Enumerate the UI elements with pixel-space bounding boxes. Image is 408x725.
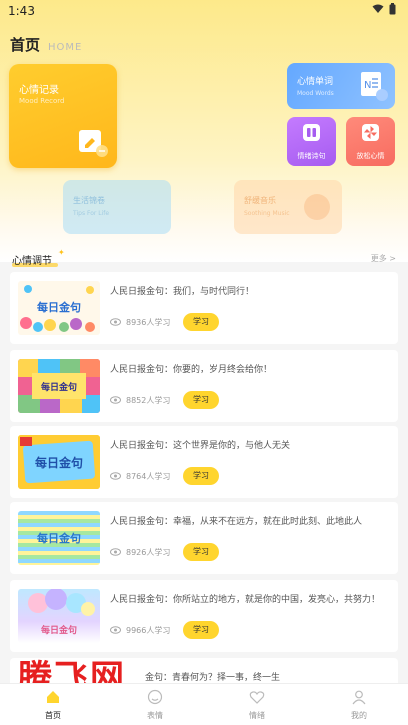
- learn-count: 8764人学习: [126, 472, 171, 481]
- learn-count: 9966人学习: [126, 626, 171, 635]
- nav-label: 我的: [351, 711, 367, 720]
- item-title: 人民日报金句：幸福，从来不在远方，就在此时此刻、此地此人: [110, 517, 363, 527]
- item-title: 人民日报金句：我们，与时代同行！: [110, 287, 255, 297]
- mood-record-card[interactable]: 心情记录 Mood Record: [9, 64, 117, 168]
- heart-icon: [249, 691, 265, 704]
- battery-icon: [389, 3, 396, 15]
- nav-label: 表情: [147, 711, 163, 720]
- item-title: 人民日报金句：这个世界是你的，与他人无关: [110, 441, 291, 451]
- learn-button[interactable]: 学习: [183, 621, 219, 639]
- thumbnail-text: 每日金句: [40, 626, 77, 636]
- thumbnail-text: 每日金句: [37, 301, 81, 314]
- mood-poem-title: 情绪诗句: [297, 152, 326, 160]
- nav-profile[interactable]: 我的: [334, 689, 384, 721]
- mood-record-subtitle: Mood Record: [19, 97, 65, 105]
- learn-button[interactable]: 学习: [183, 467, 219, 485]
- list-item[interactable]: 每日金句 人民日报金句：幸福，从来不在远方，就在此时此刻、此地此人 8926人学…: [10, 502, 398, 574]
- eye-icon: [110, 472, 121, 480]
- learn-button[interactable]: 学习: [183, 391, 219, 409]
- item-title: 人民日报金句：你要的，岁月终会给你！: [110, 365, 273, 375]
- thumbnail-text: 每日金句: [34, 456, 83, 470]
- mood-words-subtitle: Mood Words: [297, 90, 334, 97]
- book-icon: [303, 124, 320, 141]
- thumbnail: 每日金句: [18, 359, 100, 413]
- thumbnail: 每日金句: [18, 511, 100, 565]
- status-time: 1:43: [8, 4, 35, 18]
- life-tips-card[interactable]: 生活锦卷 Tips For Life: [63, 180, 171, 234]
- status-bar: 1:43: [0, 0, 408, 22]
- item-title: 金句：青春何为？择一事，终一生: [145, 673, 281, 683]
- relax-card[interactable]: 放松心情: [346, 117, 395, 166]
- svg-text:N: N: [364, 80, 371, 91]
- list-item[interactable]: 每日金句 人民日报金句：你所站立的地方，就是你的中国，发亮心，共努力！ 9966…: [10, 580, 398, 652]
- nav-home[interactable]: 首页: [28, 689, 78, 721]
- section-header: 心情调节 ✦ 更多 >: [12, 248, 398, 268]
- item-title: 人民日报金句：你所站立的地方，就是你的中国，发亮心，共努力！: [110, 595, 381, 605]
- list-item[interactable]: 每日金句 人民日报金句：你要的，岁月终会给你！ 8852人学习 学习: [10, 350, 398, 422]
- word-book-icon: N: [361, 72, 388, 101]
- soothing-music-title: 舒缓音乐: [244, 196, 276, 205]
- thumbnail: 每日金句: [18, 435, 100, 489]
- nav-label: 首页: [45, 711, 61, 720]
- thumbnail-text: 每日金句: [37, 532, 81, 545]
- nav-emoji[interactable]: 表情: [130, 689, 180, 721]
- life-tips-subtitle: Tips For Life: [73, 210, 110, 217]
- thumbnail: 每日金句: [18, 589, 100, 643]
- section-title: 心情调节: [12, 256, 52, 267]
- mood-record-title: 心情记录: [19, 85, 59, 96]
- pinwheel-icon: [362, 124, 379, 141]
- learn-count: 8852人学习: [126, 396, 171, 405]
- life-tips-title: 生活锦卷: [73, 196, 105, 205]
- page-header: 首页 HOME: [10, 34, 82, 55]
- emoji-icon: [147, 689, 163, 705]
- soothing-music-subtitle: Soothing Music: [244, 210, 290, 217]
- sparkle-icon: ✦: [58, 248, 65, 257]
- wifi-icon: [372, 4, 384, 13]
- edit-note-icon: [79, 130, 108, 157]
- nav-mood[interactable]: 情绪: [232, 689, 282, 721]
- bottom-nav: 首页 表情 情绪 我的: [0, 683, 408, 725]
- mood-words-card[interactable]: 心情单词 Mood Words N: [287, 63, 395, 109]
- page-subtitle: HOME: [48, 42, 83, 53]
- home-icon: [47, 691, 59, 703]
- profile-icon: [352, 690, 366, 705]
- more-link[interactable]: 更多 >: [371, 253, 396, 264]
- eye-icon: [110, 548, 121, 556]
- thumbnail: 每日金句: [18, 281, 100, 335]
- mood-poem-card[interactable]: 情绪诗句: [287, 117, 336, 166]
- learn-count: 8926人学习: [126, 548, 171, 557]
- page-title: 首页: [10, 36, 41, 54]
- nav-label: 情绪: [249, 711, 265, 720]
- mood-words-title: 心情单词: [297, 77, 334, 87]
- eye-icon: [110, 626, 121, 634]
- soothing-music-card[interactable]: 舒缓音乐 Soothing Music: [234, 180, 342, 234]
- relax-title: 放松心情: [356, 152, 385, 160]
- status-icons: [372, 3, 396, 15]
- list-item[interactable]: 每日金句 人民日报金句：这个世界是你的，与他人无关 8764人学习 学习: [10, 426, 398, 498]
- music-disc-icon: [304, 194, 330, 220]
- learn-count: 8936人学习: [126, 318, 171, 327]
- list-item[interactable]: 每日金句 人民日报金句：我们，与时代同行！ 8936人学习 学习: [10, 272, 398, 344]
- thumbnail-text: 每日金句: [40, 383, 77, 393]
- eye-icon: [110, 396, 121, 404]
- learn-button[interactable]: 学习: [183, 543, 219, 561]
- learn-button[interactable]: 学习: [183, 313, 219, 331]
- eye-icon: [110, 318, 121, 326]
